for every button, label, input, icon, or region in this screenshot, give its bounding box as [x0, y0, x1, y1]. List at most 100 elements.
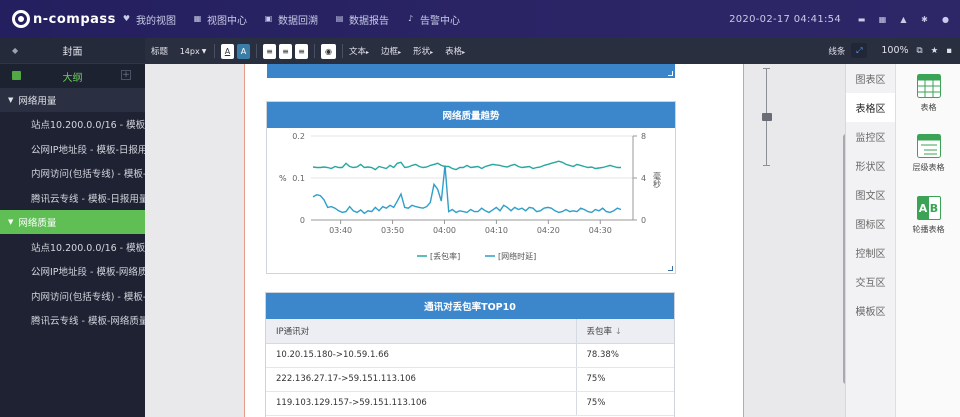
shape-menu-label: 形状: [413, 47, 431, 57]
packet-loss-top10-card[interactable]: 通讯对丢包率TOP10 IP通讯对 丢包率 ↓ 10.20.15.180->10…: [265, 292, 675, 417]
category-tab[interactable]: 形状区: [846, 151, 895, 180]
border-menu[interactable]: 边框▸: [381, 45, 401, 57]
x-tick-label: 04:10: [485, 226, 508, 235]
nav-item-4[interactable]: ♪ 告警中心: [406, 12, 460, 27]
report-page[interactable]: 网络质量趋势 0 0.1 0.2 0 4 8% 毫秒 03:40 03:50 04:00 04:10…: [244, 64, 744, 417]
title-style-button[interactable]: 标题: [151, 45, 168, 57]
nav-item-label: 告警中心: [420, 15, 460, 27]
category-tab[interactable]: 控制区: [846, 238, 895, 267]
table-menu[interactable]: 表格▸: [445, 45, 465, 57]
y-left-tick-label: 0.2: [292, 132, 305, 141]
previous-widget-bottom[interactable]: [267, 64, 675, 78]
user-icon[interactable]: ●: [941, 15, 950, 24]
nav-item-label: 数据回溯: [278, 15, 318, 27]
logo-mark: [12, 10, 30, 28]
grid-icon[interactable]: ▦: [878, 15, 887, 24]
y-left-tick-label: 0: [300, 216, 305, 225]
category-tab[interactable]: 图文区: [846, 180, 895, 209]
resize-handle[interactable]: [668, 266, 673, 271]
font-color-button[interactable]: A: [221, 43, 235, 59]
outline-item[interactable]: 公网IP地址段 - 模板-日报用: [0, 137, 145, 162]
category-tab[interactable]: 监控区: [846, 122, 895, 151]
outline-item[interactable]: 内网访问(包括专线) - 模板-I: [0, 284, 145, 309]
shape-menu[interactable]: 形状▸: [413, 45, 433, 57]
gear-icon[interactable]: ✱: [920, 15, 929, 24]
toolbar-divider: [342, 44, 344, 58]
text-menu[interactable]: 文本▸: [349, 45, 369, 57]
nav-item-1[interactable]: ▦ 视图中心: [193, 12, 247, 27]
x-tick-label: 04:20: [537, 226, 560, 235]
logo[interactable]: n-compass: [0, 0, 122, 38]
category-tab[interactable]: 图标区: [846, 209, 895, 238]
loss-rate-cell: 78.38%: [575, 343, 674, 368]
font-size-value: 14px: [179, 46, 200, 56]
y-right-axis-label: 毫秒: [653, 171, 662, 189]
top-right-tools: 2020-02-17 04:41:54 ▬ ▦ ▲ ✱ ●: [729, 0, 950, 38]
component-category-tabs: 图表区 表格区 监控区 形状区 图文区 图标区 控制区 交互区 模板区: [846, 64, 896, 417]
align-right-icon[interactable]: ≡: [295, 43, 309, 59]
loss-rate-cell: 75%: [575, 367, 674, 392]
outline-group[interactable]: ▼ 网络用量: [0, 88, 145, 112]
outline-item[interactable]: 腾讯云专线 - 模板-网络质量: [0, 308, 145, 333]
main-nav: ♥ 我的视图 ▦ 视图中心 ▣ 数据回溯 ▤ 数据报告 ♪ 告警中心: [122, 12, 477, 27]
star-icon[interactable]: ★: [931, 46, 939, 56]
nav-item-0[interactable]: ♥ 我的视图: [122, 12, 176, 27]
carousel-glyph-a: A: [917, 197, 929, 219]
outline-label: 大纲: [62, 72, 83, 84]
outline-group[interactable]: ▼ 网络质量: [0, 210, 145, 235]
fullscreen-icon[interactable]: ⤢: [851, 43, 868, 58]
nav-item-3[interactable]: ▤ 数据报告: [335, 12, 389, 27]
datetime-display: 2020-02-17 04:41:54: [729, 13, 841, 25]
column-header-ip-pair[interactable]: IP通讯对: [266, 319, 576, 344]
table-menu-label: 表格: [445, 47, 463, 57]
visibility-eye-icon[interactable]: ◉: [321, 43, 337, 59]
nav-item-2[interactable]: ▣ 数据回溯: [264, 12, 318, 27]
zoom-level[interactable]: 100%: [881, 45, 908, 56]
category-tab[interactable]: 交互区: [846, 267, 895, 296]
quality-trend-chart-card[interactable]: 网络质量趋势 0 0.1 0.2 0 4 8% 毫秒 03:40 03:50 04:00 04:10…: [266, 101, 676, 274]
font-size-select[interactable]: 14px ▼: [178, 44, 208, 59]
copy-icon[interactable]: ⧉: [917, 46, 923, 56]
nav-item-label: 我的视图: [136, 15, 176, 27]
category-tab[interactable]: 表格区: [846, 93, 895, 122]
hierarchy-table-icon: [916, 134, 941, 158]
align-left-icon[interactable]: ≡: [263, 43, 277, 59]
cover-item[interactable]: ◆ 封面: [0, 38, 145, 64]
chart-title: 网络质量趋势: [267, 102, 675, 128]
resize-handle[interactable]: [668, 71, 673, 76]
y-left-axis-label: %: [279, 174, 287, 183]
keyboard-icon[interactable]: ▬: [857, 15, 866, 24]
add-section-icon[interactable]: +: [121, 70, 131, 80]
component-table[interactable]: 表格: [896, 74, 960, 113]
logo-text: n-compass: [33, 11, 116, 27]
category-tab[interactable]: 模板区: [846, 296, 895, 325]
table-title: 通讯对丢包率TOP10: [266, 293, 674, 319]
outline-item[interactable]: 公网IP地址段 - 模板-网络质: [0, 259, 145, 284]
zoom-slider-handle[interactable]: [762, 113, 772, 121]
sort-indicator: ↓: [614, 326, 622, 337]
zoom-slider[interactable]: [761, 68, 773, 166]
table-row[interactable]: 222.136.27.17->59.151.113.106 75%: [266, 367, 674, 392]
outline-item[interactable]: 站点10.200.0.0/16 - 模板-网: [0, 234, 145, 259]
column-header-loss-rate[interactable]: 丢包率 ↓: [575, 319, 674, 344]
align-center-icon[interactable]: ≡: [279, 43, 293, 59]
component-carousel-table[interactable]: A B 轮播表格: [896, 196, 960, 235]
font-background-button[interactable]: A: [237, 43, 251, 59]
bell-icon: ♪: [407, 14, 414, 23]
quality-trend-chart: 0 0.1 0.2 0 4 8% 毫秒 03:40 03:50 04:00 04:10 04:20 04…: [279, 132, 662, 261]
table-row[interactable]: 10.20.15.180->10.59.1.66 78.38%: [266, 343, 674, 368]
bell-icon[interactable]: ▲: [899, 15, 908, 24]
component-hierarchy-table[interactable]: 层级表格: [896, 134, 960, 173]
table-row[interactable]: 119.103.129.157->59.151.113.106 75%: [266, 391, 674, 416]
outline-item[interactable]: 内网访问(包括专线) - 模板-I: [0, 161, 145, 186]
grid-icon: ▦: [193, 14, 202, 23]
component-label: 层级表格: [912, 163, 945, 172]
outline-item[interactable]: 腾讯云专线 - 模板-日报用量: [0, 186, 145, 211]
editor-canvas[interactable]: 网络质量趋势 0 0.1 0.2 0 4 8% 毫秒 03:40 03:50 04:00 04:10…: [145, 64, 845, 417]
group-label: 网络用量: [18, 96, 57, 107]
category-tab[interactable]: 图表区: [846, 64, 895, 93]
save-icon[interactable]: ▪: [946, 46, 952, 56]
outline-item[interactable]: 站点10.200.0.0/16 - 模板-日: [0, 112, 145, 137]
legend-label: [网络时延]: [498, 251, 536, 261]
ip-pair-cell: 10.20.15.180->10.59.1.66: [266, 343, 576, 368]
